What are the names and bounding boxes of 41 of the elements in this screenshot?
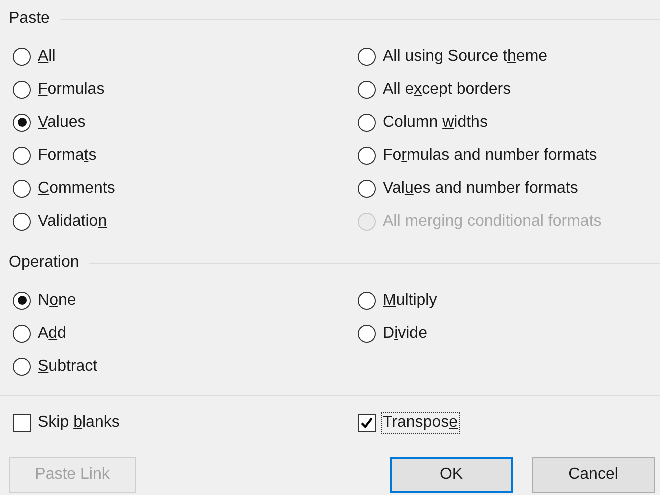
radio-button[interactable] xyxy=(358,324,376,342)
radio-button[interactable] xyxy=(13,358,31,376)
checkbox[interactable] xyxy=(13,414,31,432)
radio-button[interactable] xyxy=(13,48,31,66)
radio-button[interactable] xyxy=(358,48,376,66)
option-label: All merging conditional formats xyxy=(382,212,603,232)
radio-button[interactable] xyxy=(13,324,31,342)
radio-button[interactable] xyxy=(13,292,31,310)
checkbox-label: Skip blanks xyxy=(37,412,121,432)
option-label: All using Source theme xyxy=(382,46,549,66)
option-label: All except borders xyxy=(382,80,512,100)
option-label: Add xyxy=(37,324,68,344)
option-label: Values xyxy=(37,112,87,132)
group-title: Operation xyxy=(9,254,80,272)
radio-button[interactable] xyxy=(358,114,376,132)
option-label: Formulas and number formats xyxy=(382,146,598,166)
radio-button[interactable] xyxy=(358,292,376,310)
radio-button[interactable] xyxy=(358,146,376,164)
option-label: None xyxy=(37,290,78,310)
option-label: Values and number formats xyxy=(382,178,580,198)
option-label: Multiply xyxy=(382,290,438,310)
option-label: Subtract xyxy=(37,356,99,376)
radio-button[interactable] xyxy=(358,180,376,198)
checkbox-label: Transpose xyxy=(382,412,460,432)
option-label: Formulas xyxy=(37,80,106,100)
dialog-button[interactable]: Cancel xyxy=(532,457,655,493)
option-label: All xyxy=(37,46,57,66)
radio-button[interactable] xyxy=(13,180,31,198)
option-label: Formats xyxy=(37,146,98,166)
group-title: Paste xyxy=(9,10,50,28)
radio-button[interactable] xyxy=(13,80,31,98)
option-label: Validation xyxy=(37,212,108,232)
option-label: Comments xyxy=(37,178,116,198)
radio-button[interactable] xyxy=(13,212,31,230)
radio-button[interactable] xyxy=(13,114,31,132)
radio-button[interactable] xyxy=(358,80,376,98)
option-label: Column widths xyxy=(382,112,489,132)
radio-button[interactable] xyxy=(13,146,31,164)
checkbox[interactable] xyxy=(358,414,376,432)
dialog-button[interactable]: OK xyxy=(390,457,513,493)
option-label: Divide xyxy=(382,324,428,344)
